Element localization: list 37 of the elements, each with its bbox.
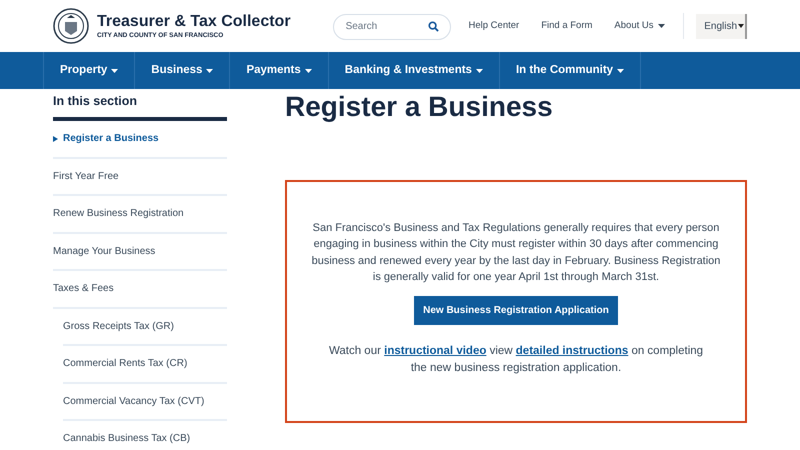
sidebar-link[interactable]: First Year Free — [53, 158, 227, 196]
sidebar-link[interactable]: Cannabis Business Tax (CB) — [63, 421, 227, 450]
page-title: Register a Business — [285, 90, 554, 124]
sidebar-link[interactable]: Manage Your Business — [53, 234, 227, 271]
language-select[interactable]: English — [696, 14, 747, 38]
site-title: Treasurer & Tax Collector — [97, 12, 291, 30]
text-link[interactable]: instructional video — [384, 344, 486, 357]
sidebar-heading: In this section — [53, 93, 138, 110]
search-icon[interactable] — [428, 21, 438, 32]
caret-icon — [738, 24, 744, 28]
application-button[interactable]: New Business Registration Application — [414, 296, 618, 325]
header-link[interactable]: Help Center — [468, 18, 520, 34]
notice-paragraph: San Francisco's Business and Tax Regulations generally requires that every person engaging in business within the City must register within 30 days after commencing business and renewed every year by the last day in February. Business Registration is generally valid for one year April 1st through March 31st. — [310, 221, 722, 286]
sidebar-link[interactable]: Commercial Vacancy Tax (CVT) — [63, 384, 227, 421]
nav-menu-item[interactable]: Property — [44, 52, 136, 89]
caret-icon — [304, 68, 312, 72]
instructions-paragraph: Watch our instructional video view detailed instructions on completing the new business registration application. — [328, 344, 704, 376]
nav-menu-item[interactable]: Payments — [230, 52, 329, 89]
header-link[interactable]: Find a Form — [541, 18, 592, 34]
caret-icon — [111, 68, 118, 72]
nav-menu-item[interactable]: In the Community — [500, 52, 642, 89]
sidebar-link[interactable]: Gross Receipts Tax (GR) — [63, 308, 227, 346]
nav-menu-item[interactable]: Business — [135, 52, 230, 89]
arrow-icon — [53, 136, 58, 142]
sidebar-link[interactable]: Renew Business Registration — [53, 196, 227, 234]
header-link[interactable]: About Us — [614, 18, 664, 34]
caret-icon — [658, 24, 664, 28]
caret-icon — [206, 68, 214, 72]
sidebar-link[interactable]: Commercial Rents Tax (CR) — [63, 346, 227, 384]
caret-icon — [617, 68, 624, 72]
search-field[interactable]: Search — [332, 14, 450, 40]
caret-icon — [476, 68, 483, 72]
sidebar-link[interactable]: Taxes & Fees — [53, 271, 227, 308]
text-link[interactable]: detailed instructions — [516, 344, 628, 357]
nav-menu-item[interactable]: Banking & Investments — [328, 52, 500, 89]
seal-logo — [53, 8, 89, 44]
sidebar-link[interactable]: Register a Business — [53, 121, 227, 158]
